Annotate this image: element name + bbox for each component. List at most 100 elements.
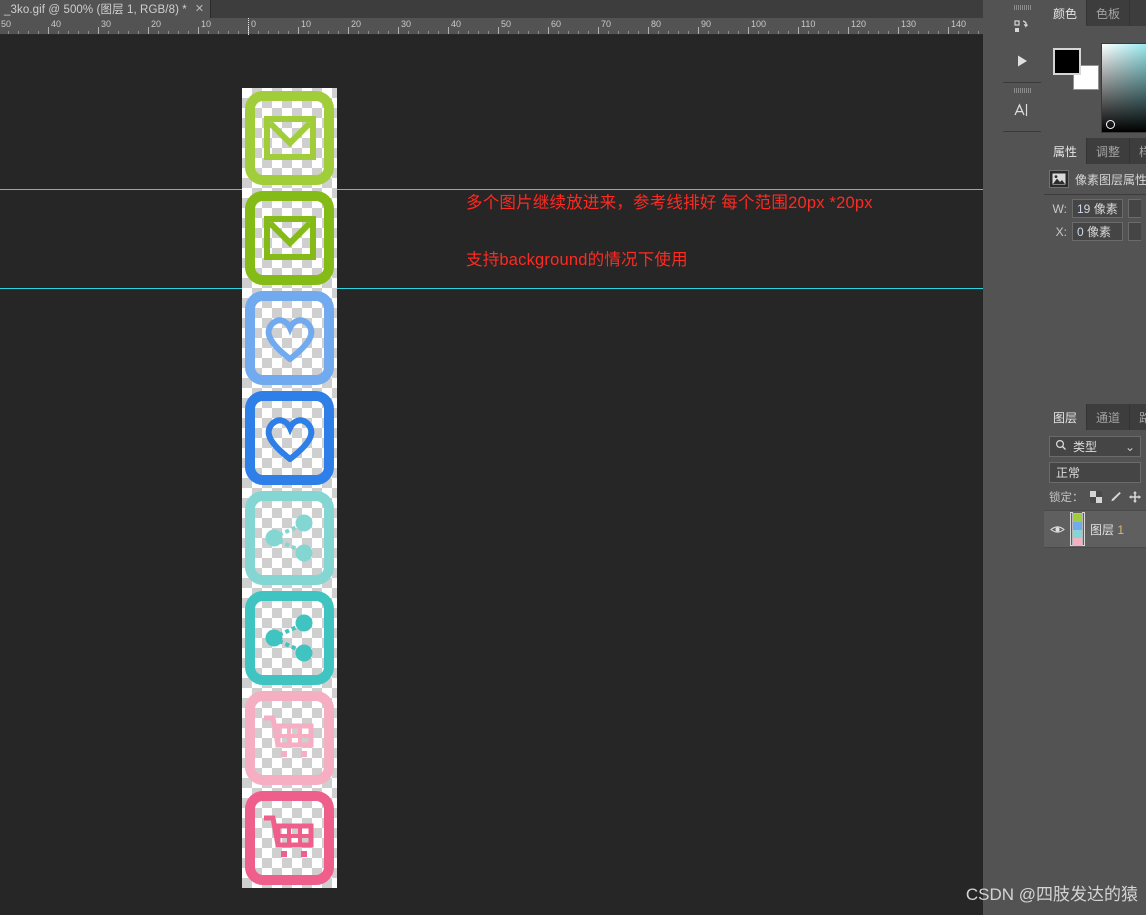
ruler-tick-major bbox=[298, 27, 299, 34]
layer-filter-dropdown[interactable]: 类型 ⌄ bbox=[1049, 436, 1141, 457]
ruler-label: 0 bbox=[251, 19, 257, 29]
transparency-lock-icon[interactable] bbox=[1089, 490, 1102, 504]
ruler-tick-minor bbox=[58, 31, 59, 34]
actions-play-icon[interactable] bbox=[1003, 44, 1041, 78]
ruler-tick-minor bbox=[278, 31, 279, 34]
ruler-label: 130 bbox=[901, 19, 917, 29]
layer-filter-value: 类型 bbox=[1073, 440, 1098, 454]
tab-adjustments[interactable]: 调整 bbox=[1087, 138, 1131, 164]
character-panel-icon[interactable] bbox=[1003, 93, 1041, 127]
cart-icon-pink[interactable] bbox=[242, 788, 337, 888]
x-label: X: bbox=[1055, 224, 1067, 239]
x-input[interactable]: 0 像素 bbox=[1072, 222, 1123, 241]
cart-glyph-icon bbox=[242, 688, 337, 788]
ruler-tick-minor bbox=[238, 31, 239, 34]
share-icon-light-teal[interactable] bbox=[242, 488, 337, 588]
ruler-label: 50 bbox=[501, 19, 512, 29]
ruler-tick-minor bbox=[978, 31, 979, 34]
ruler-tick-minor bbox=[428, 31, 429, 34]
tab-paths[interactable]: 路 bbox=[1130, 404, 1146, 430]
close-icon[interactable]: ✕ bbox=[195, 3, 204, 15]
ruler-tick-minor bbox=[168, 31, 169, 34]
y-input-partial[interactable] bbox=[1127, 222, 1141, 241]
brush-lock-icon[interactable] bbox=[1108, 490, 1122, 504]
ruler-tick-minor bbox=[508, 31, 509, 34]
foreground-color-swatch[interactable] bbox=[1053, 48, 1081, 75]
height-input-partial[interactable] bbox=[1127, 199, 1141, 218]
ruler-label: 60 bbox=[551, 19, 562, 29]
layer-filter-row: 类型 ⌄ bbox=[1044, 430, 1146, 460]
property-row-width: W: 19 像素 bbox=[1044, 195, 1146, 218]
panel-grip-2[interactable] bbox=[1003, 83, 1041, 93]
ruler-tick-minor bbox=[538, 31, 539, 34]
ruler-tick-major bbox=[648, 27, 649, 34]
width-input[interactable]: 19 像素 bbox=[1072, 199, 1123, 218]
tab-layers[interactable]: 图层 bbox=[1044, 404, 1088, 430]
ruler-tick-minor bbox=[478, 31, 479, 34]
ruler-tick-minor bbox=[668, 31, 669, 34]
annotation-line-2: 支持background的情况下使用 bbox=[466, 251, 688, 269]
ruler-tick-minor bbox=[638, 31, 639, 34]
ruler-tick-minor bbox=[218, 31, 219, 34]
libraries-icon[interactable] bbox=[1003, 10, 1041, 44]
ruler-tick-major bbox=[848, 27, 849, 34]
ruler-tick-minor bbox=[328, 31, 329, 34]
tab-styles[interactable]: 样 bbox=[1130, 138, 1146, 164]
move-lock-icon[interactable] bbox=[1128, 490, 1142, 504]
watermark: CSDN @四肢发达的猿 bbox=[965, 885, 1138, 904]
horizontal-ruler[interactable]: 50 40 30 20 10 0 10 20 30 40 50 60 70 80 90 100 110 120 13… bbox=[0, 18, 983, 35]
pixel-layer-icon bbox=[1049, 170, 1069, 188]
ruler-tick-minor bbox=[178, 31, 179, 34]
ruler-tick-minor bbox=[88, 31, 89, 34]
ruler-tick-major bbox=[48, 27, 49, 34]
mail-icon-light-green[interactable] bbox=[242, 88, 337, 188]
ruler-tick-minor bbox=[78, 31, 79, 34]
ruler-tick-minor bbox=[368, 31, 369, 34]
blend-mode-dropdown[interactable]: 正常 bbox=[1049, 462, 1141, 483]
eye-icon[interactable] bbox=[1049, 524, 1065, 535]
ruler-tick-minor bbox=[788, 31, 789, 34]
mail-icon-green[interactable] bbox=[242, 188, 337, 288]
ruler-tick-major bbox=[398, 27, 399, 34]
heart-icon-blue[interactable] bbox=[242, 388, 337, 488]
ruler-tick-major bbox=[348, 27, 349, 34]
rail-group-top bbox=[1003, 0, 1041, 83]
layer-row[interactable]: 图层 1 bbox=[1044, 510, 1146, 548]
color-picker-cursor[interactable] bbox=[1106, 120, 1115, 129]
ruler-tick-major bbox=[448, 27, 449, 34]
ruler-tick-minor bbox=[108, 31, 109, 34]
ruler-label: 90 bbox=[701, 19, 712, 29]
tab-color[interactable]: 颜色 bbox=[1044, 0, 1088, 26]
canvas-area[interactable]: 多个图片继续放进来，参考线排好 每个范围20px *20px 支持backgro… bbox=[0, 35, 983, 915]
ruler-tick-minor bbox=[708, 31, 709, 34]
panel-grip[interactable] bbox=[1003, 0, 1041, 10]
ruler-origin-marker bbox=[248, 18, 249, 35]
ruler-tick-minor bbox=[778, 31, 779, 34]
ruler-tick-minor bbox=[918, 31, 919, 34]
layer-thumbnail[interactable] bbox=[1070, 512, 1085, 546]
ruler-tick-major bbox=[598, 27, 599, 34]
sprite-strip[interactable] bbox=[242, 88, 337, 893]
ruler-tick-minor bbox=[738, 31, 739, 34]
tab-channels[interactable]: 通道 bbox=[1087, 404, 1131, 430]
collapsed-panel-rail bbox=[1003, 0, 1041, 915]
document-tab-bar: _3ko.gif @ 500% (图层 1, RGB/8) * ✕ bbox=[0, 0, 983, 18]
share-icon-teal[interactable] bbox=[242, 588, 337, 688]
ruler-tick-minor bbox=[258, 31, 259, 34]
tab-properties[interactable]: 属性 bbox=[1044, 138, 1088, 164]
ruler-tick-minor bbox=[388, 31, 389, 34]
tab-swatches[interactable]: 色板 bbox=[1087, 0, 1131, 26]
chevron-down-icon[interactable]: ⌄ bbox=[1125, 440, 1135, 454]
ruler-label: 100 bbox=[751, 19, 767, 29]
document-tab[interactable]: _3ko.gif @ 500% (图层 1, RGB/8) * ✕ bbox=[0, 0, 212, 18]
heart-icon-light-blue[interactable] bbox=[242, 288, 337, 388]
cart-icon-light-pink[interactable] bbox=[242, 688, 337, 788]
color-ramp-field[interactable] bbox=[1101, 43, 1146, 133]
ruler-tick-minor bbox=[8, 31, 9, 34]
ruler-tick-minor bbox=[958, 31, 959, 34]
ruler-tick-minor bbox=[658, 31, 659, 34]
color-panel-tabs: 颜色 色板 bbox=[1044, 0, 1146, 26]
ruler-tick-minor bbox=[458, 31, 459, 34]
blend-mode-row: 正常 bbox=[1044, 460, 1146, 487]
ruler-tick-minor bbox=[828, 31, 829, 34]
